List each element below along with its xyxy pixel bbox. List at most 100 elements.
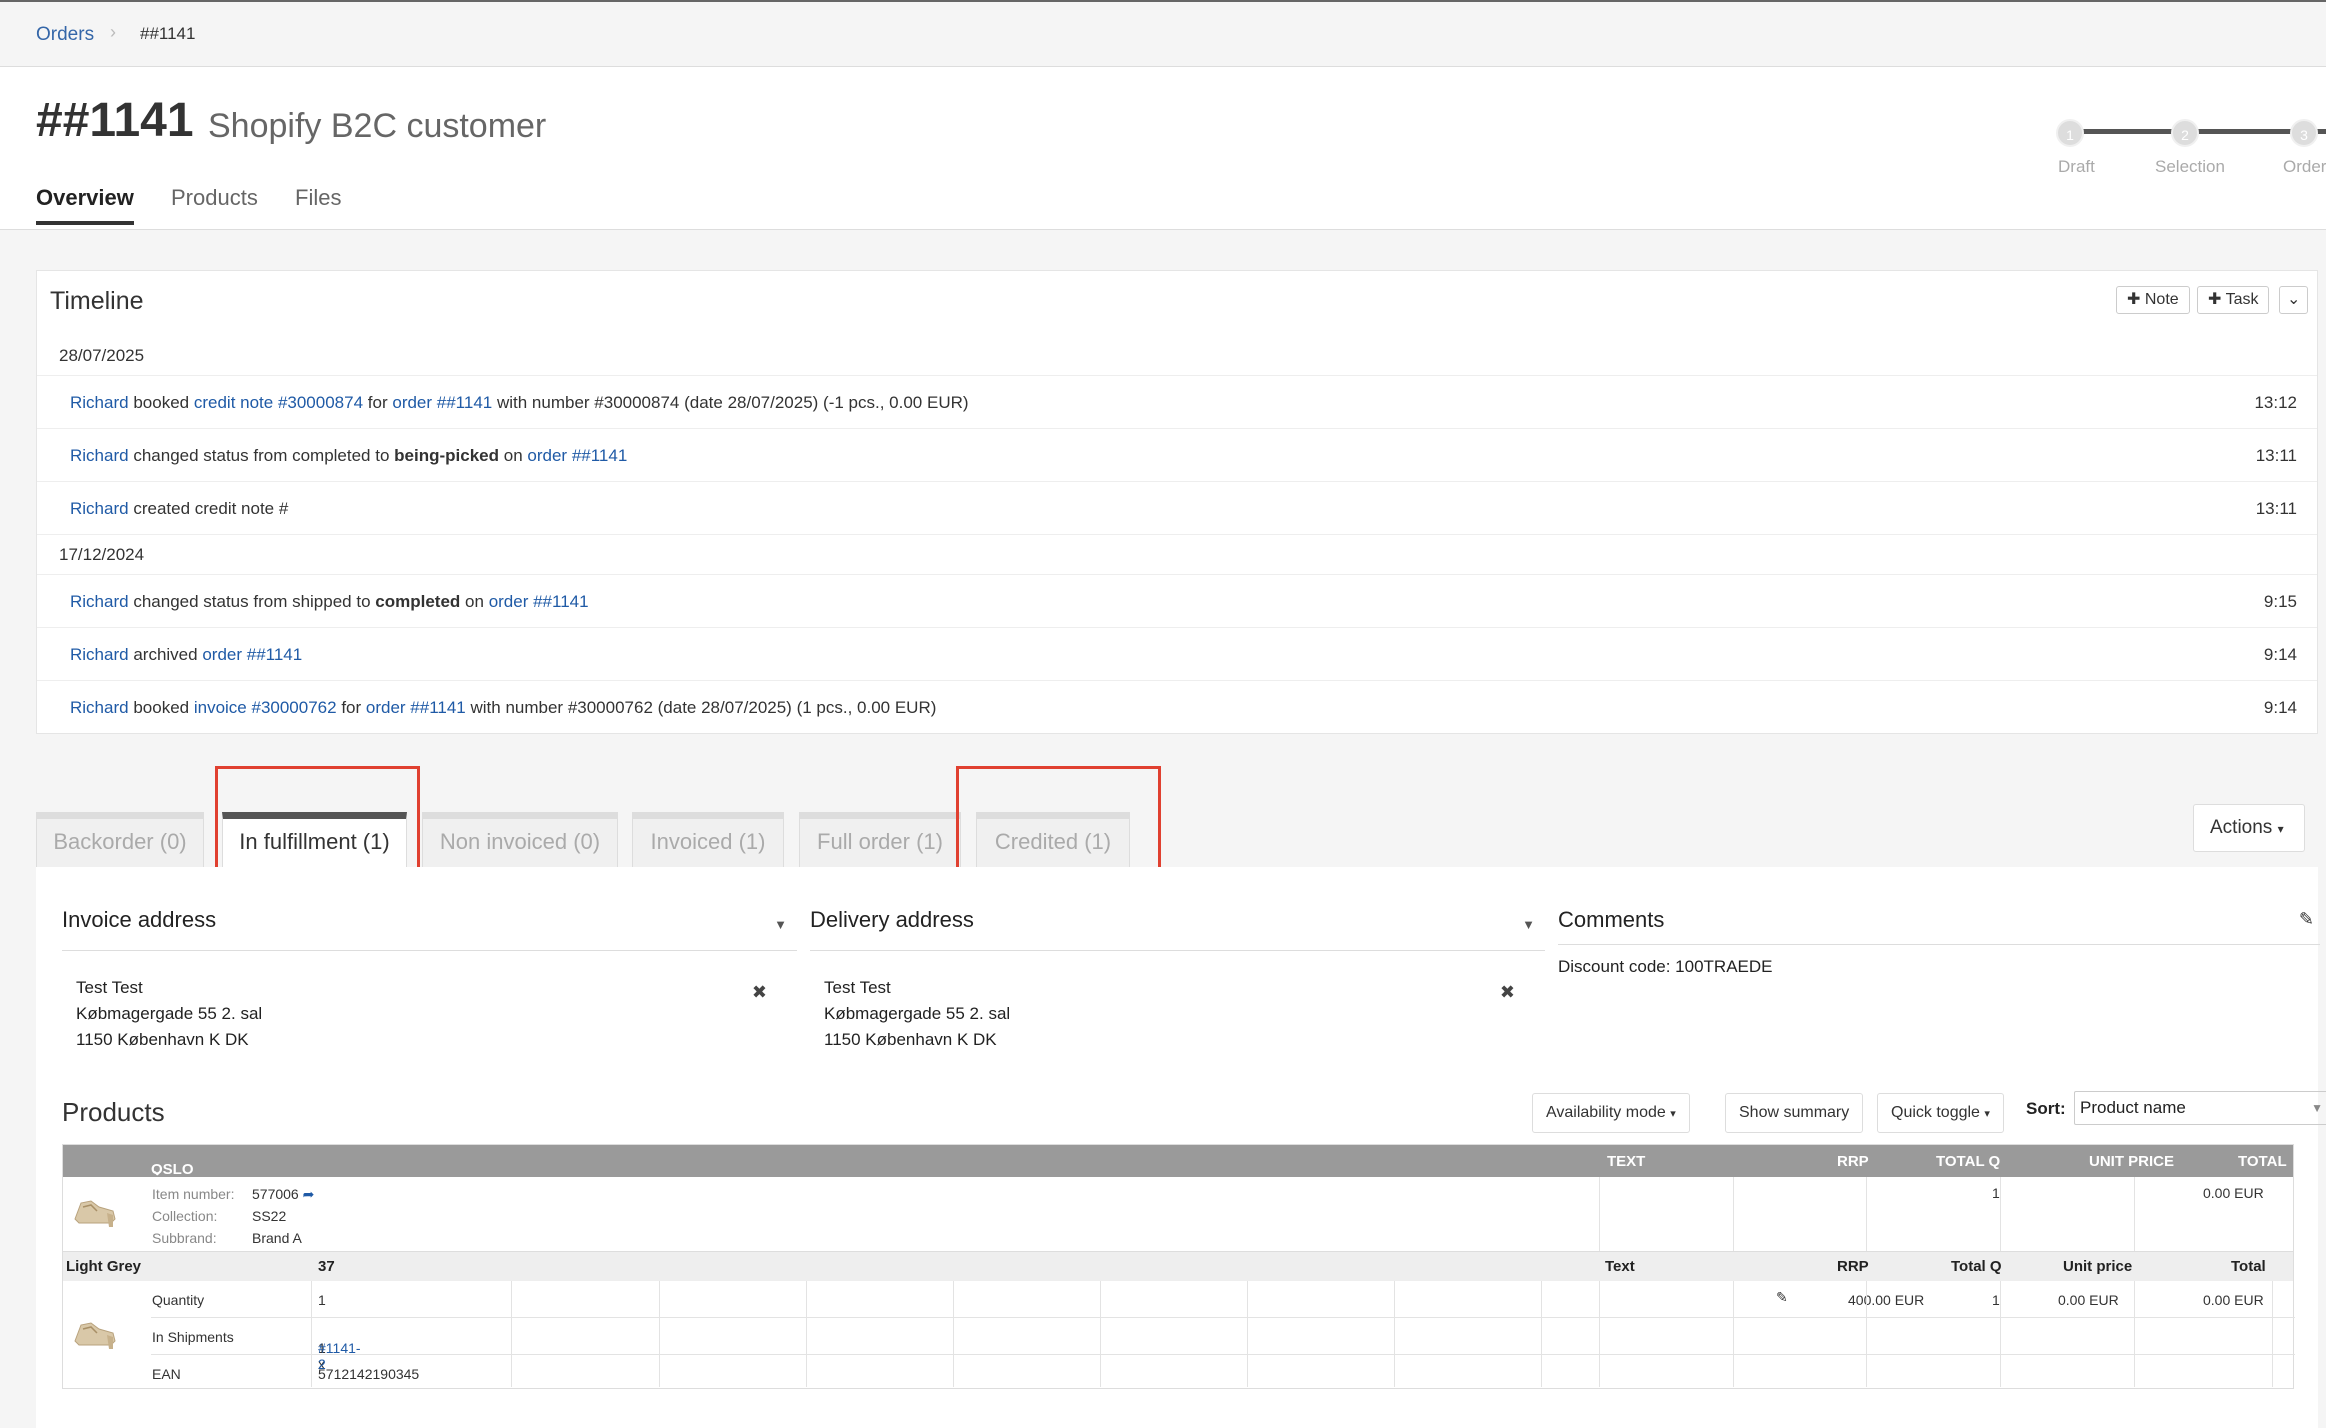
quick-toggle-button[interactable]: Quick toggle ▾	[1877, 1093, 2004, 1133]
ean-value: 5712142190345	[318, 1366, 420, 1382]
column-divider	[1247, 1281, 1248, 1387]
user-link[interactable]: Richard	[70, 393, 129, 412]
chevron-right-icon: ›	[110, 22, 116, 42]
user-link[interactable]: Richard	[70, 698, 129, 717]
add-note-button[interactable]: ✚ Note	[2116, 286, 2190, 314]
page-title: ##1141	[36, 94, 194, 147]
entry-text: on	[465, 592, 484, 611]
column-divider	[1599, 1177, 1600, 1251]
quantity-value[interactable]: 1	[318, 1292, 326, 1308]
tab-non-invoiced[interactable]: Non invoiced (0)	[422, 812, 618, 867]
order-link[interactable]: order ##1141	[366, 698, 466, 717]
address-line: 1150 København K DK	[76, 1030, 249, 1049]
status-value: being-picked	[394, 446, 500, 465]
column-divider	[1541, 1281, 1542, 1387]
breadcrumb: Orders › ##1141	[0, 0, 2326, 67]
step-dot[interactable]: 2	[2171, 119, 2199, 147]
address-line: Købmagergade 55 2. sal	[76, 1004, 263, 1023]
fulfillment-panel: Invoice address ▼ Test Test Købmagergade…	[36, 867, 2326, 1428]
timeline-entry: Richard changed status from shipped to c…	[37, 575, 2317, 628]
user-link[interactable]: Richard	[70, 592, 129, 611]
tab-full-order[interactable]: Full order (1)	[799, 812, 961, 867]
column-divider	[1100, 1281, 1101, 1387]
comments-header: Comments ✎	[1558, 907, 2320, 945]
invoice-address-header[interactable]: Invoice address ▼	[62, 907, 797, 951]
caret-down-icon: ▼	[774, 917, 787, 932]
ean-row: EAN 5712142190345	[151, 1355, 2295, 1387]
user-link[interactable]: Richard	[70, 645, 129, 664]
col-total-q: Total Q	[1951, 1258, 2002, 1275]
column-divider	[806, 1281, 807, 1387]
order-link[interactable]: order ##1141	[202, 645, 302, 664]
sort-label: Sort:	[2026, 1099, 2066, 1118]
timeline-collapse-button[interactable]: ⌄	[2279, 286, 2309, 314]
col-total: TOTAL	[2238, 1153, 2287, 1170]
column-divider	[511, 1281, 512, 1387]
comments-card: Comments ✎ Discount code: 100TRAEDE	[1558, 907, 2320, 977]
delivery-address-body: Test Test Købmagergade 55 2. sal 1150 Kø…	[810, 951, 1545, 1053]
step-dot[interactable]: 3	[2290, 119, 2318, 147]
timeline-entry: Richard created credit note # 13:11	[37, 482, 2317, 535]
breadcrumb-orders-link[interactable]: Orders	[36, 24, 94, 46]
plus-icon: ✚	[2127, 291, 2145, 308]
column-divider	[1866, 1177, 1867, 1251]
product-thumbnail[interactable]	[71, 1315, 117, 1351]
user-link[interactable]: Richard	[70, 446, 129, 465]
share-arrow-icon[interactable]: ➦	[303, 1186, 315, 1202]
item-total-q: 1	[1992, 1185, 2000, 1201]
tab-backorder[interactable]: Backorder (0)	[36, 812, 204, 867]
timeline-date: 17/12/2024	[37, 535, 2317, 575]
variant-header: Light Grey 37 Text RRP Total Q Unit pric…	[63, 1252, 2293, 1281]
entry-text: archived	[133, 645, 198, 664]
order-link[interactable]: order ##1141	[527, 446, 627, 465]
tab-overview[interactable]: Overview	[36, 185, 134, 225]
tab-invoiced[interactable]: Invoiced (1)	[632, 812, 784, 867]
pencil-icon[interactable]: ✎	[2299, 909, 2314, 930]
order-link[interactable]: order ##1141	[489, 592, 589, 611]
order-header: ##1141 Shopify B2C customer Overview Pro…	[0, 67, 2326, 230]
group-name: OSLO	[151, 1161, 194, 1178]
entry-text: with number #30000874 (date 28/07/2025) …	[496, 393, 969, 412]
credit-note-link[interactable]: credit note #30000874	[194, 393, 363, 412]
user-link[interactable]: Richard	[70, 499, 129, 518]
actions-dropdown-button[interactable]: Actions ▾	[2193, 804, 2305, 852]
shipments-row: In Shipments 1 x #1141-2	[151, 1318, 2295, 1372]
order-link[interactable]: order ##1141	[392, 393, 492, 412]
tab-files[interactable]: Files	[295, 185, 341, 221]
product-thumbnail[interactable]	[71, 1193, 117, 1229]
invoice-link[interactable]: invoice #30000762	[194, 698, 337, 717]
delivery-address-header[interactable]: Delivery address ▼	[810, 907, 1545, 951]
add-task-button[interactable]: ✚ Task	[2197, 286, 2270, 314]
collection: SS22	[252, 1208, 287, 1224]
entry-text: changed status from shipped to	[133, 592, 371, 611]
close-icon[interactable]: ✖	[752, 979, 767, 1005]
step-label: Order	[2283, 157, 2326, 176]
column-divider	[1733, 1177, 1734, 1251]
quick-toggle-label: Quick toggle	[1891, 1104, 1980, 1121]
item-total: 0.00 EUR	[2203, 1185, 2264, 1201]
step-dot[interactable]: 1	[2056, 119, 2084, 147]
column-divider	[953, 1281, 954, 1387]
sort-value: Product name	[2080, 1098, 2186, 1117]
variant-total-q: 1	[1992, 1292, 2000, 1308]
variant-total: 0.00 EUR	[2203, 1292, 2264, 1308]
address-line: Test Test	[824, 978, 891, 997]
caret-down-icon: ▼	[1522, 917, 1535, 932]
timeline-entry: Richard booked invoice #30000762 for ord…	[37, 681, 2317, 733]
availability-mode-button[interactable]: Availability mode ▾	[1532, 1093, 1690, 1133]
pencil-icon[interactable]: ✎	[1776, 1289, 1788, 1306]
show-summary-button[interactable]: Show summary	[1725, 1093, 1864, 1133]
tab-products[interactable]: Products	[171, 185, 258, 221]
subbrand: Brand A	[252, 1230, 302, 1246]
column-divider	[2134, 1177, 2135, 1251]
column-divider	[2134, 1281, 2135, 1387]
delivery-address-card: Delivery address ▼ Test Test Købmagergad…	[810, 907, 1545, 1053]
comments-text: Discount code: 100TRAEDE	[1558, 957, 1773, 976]
close-icon[interactable]: ✖	[1500, 979, 1515, 1005]
column-divider	[2272, 1281, 2273, 1387]
status-value: completed	[375, 592, 461, 611]
plus-icon: ✚	[2208, 291, 2226, 308]
sort-select[interactable]: Product name ▼	[2074, 1091, 2326, 1125]
entry-text: changed status from completed to	[133, 446, 390, 465]
caret-down-icon: ▾	[1984, 1108, 1990, 1120]
